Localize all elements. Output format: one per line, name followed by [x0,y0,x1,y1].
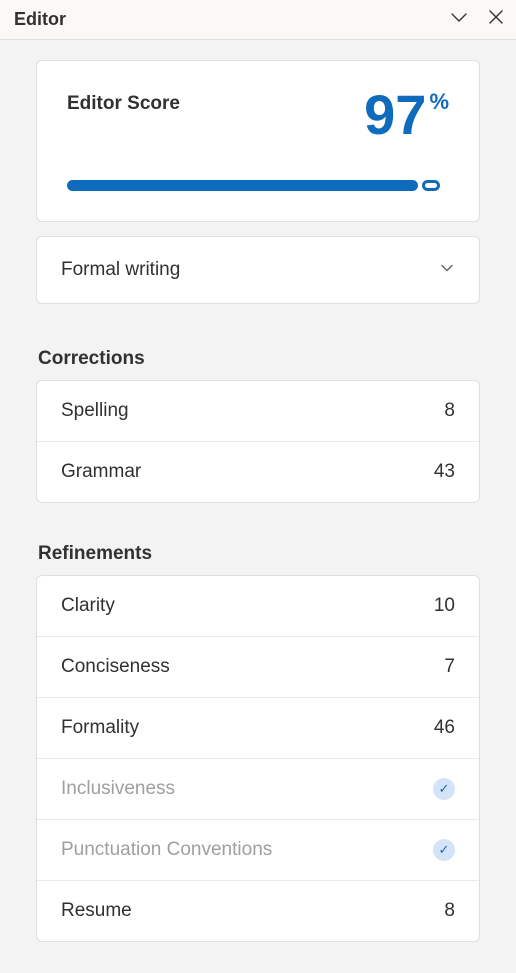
checkmark-icon: ✓ [433,778,455,800]
corrections-title: Corrections [36,348,480,370]
correction-label: Spelling [61,400,129,422]
score-number: 97 [364,87,426,143]
refinement-count: 7 [444,656,455,678]
refinement-label: Punctuation Conventions [61,839,272,861]
refinement-label: Clarity [61,595,115,617]
refinement-row[interactable]: Conciseness 7 [37,637,479,698]
panel-content: Editor Score 97 % Formal writing Correct… [0,40,516,942]
collapse-icon[interactable] [450,8,468,31]
refinement-count: 10 [434,595,455,617]
score-progress [67,179,449,191]
refinement-count: 46 [434,717,455,739]
correction-count: 43 [434,461,455,483]
close-icon[interactable] [488,9,504,30]
refinement-label: Formality [61,717,139,739]
score-label: Editor Score [67,93,180,115]
progress-handle-icon [422,180,440,191]
refinement-count: 8 [444,900,455,922]
refinement-row[interactable]: Punctuation Conventions ✓ [37,820,479,881]
writing-style-dropdown[interactable]: Formal writing [36,236,480,304]
refinement-label: Resume [61,900,132,922]
panel-title: Editor [14,9,66,30]
refinement-row[interactable]: Formality 46 [37,698,479,759]
score-top: Editor Score 97 % [67,87,449,143]
correction-label: Grammar [61,461,141,483]
correction-row[interactable]: Grammar 43 [37,442,479,502]
percent-symbol: % [429,91,449,113]
correction-row[interactable]: Spelling 8 [37,381,479,442]
panel-header: Editor [0,0,516,40]
refinement-label: Conciseness [61,656,170,678]
score-value: 97 % [364,87,449,143]
editor-score-card: Editor Score 97 % [36,60,480,222]
chevron-down-icon [439,260,455,281]
refinement-row[interactable]: Clarity 10 [37,576,479,637]
corrections-list: Spelling 8 Grammar 43 [36,380,480,503]
refinement-label: Inclusiveness [61,778,175,800]
dropdown-selected-label: Formal writing [61,259,180,281]
refinement-row[interactable]: Resume 8 [37,881,479,941]
refinements-list: Clarity 10 Conciseness 7 Formality 46 Inclusiv… [36,575,480,942]
refinements-title: Refinements [36,543,480,565]
header-actions [450,8,504,31]
checkmark-icon: ✓ [433,839,455,861]
progress-bar-fill [67,180,418,191]
correction-count: 8 [444,400,455,422]
refinement-row[interactable]: Inclusiveness ✓ [37,759,479,820]
